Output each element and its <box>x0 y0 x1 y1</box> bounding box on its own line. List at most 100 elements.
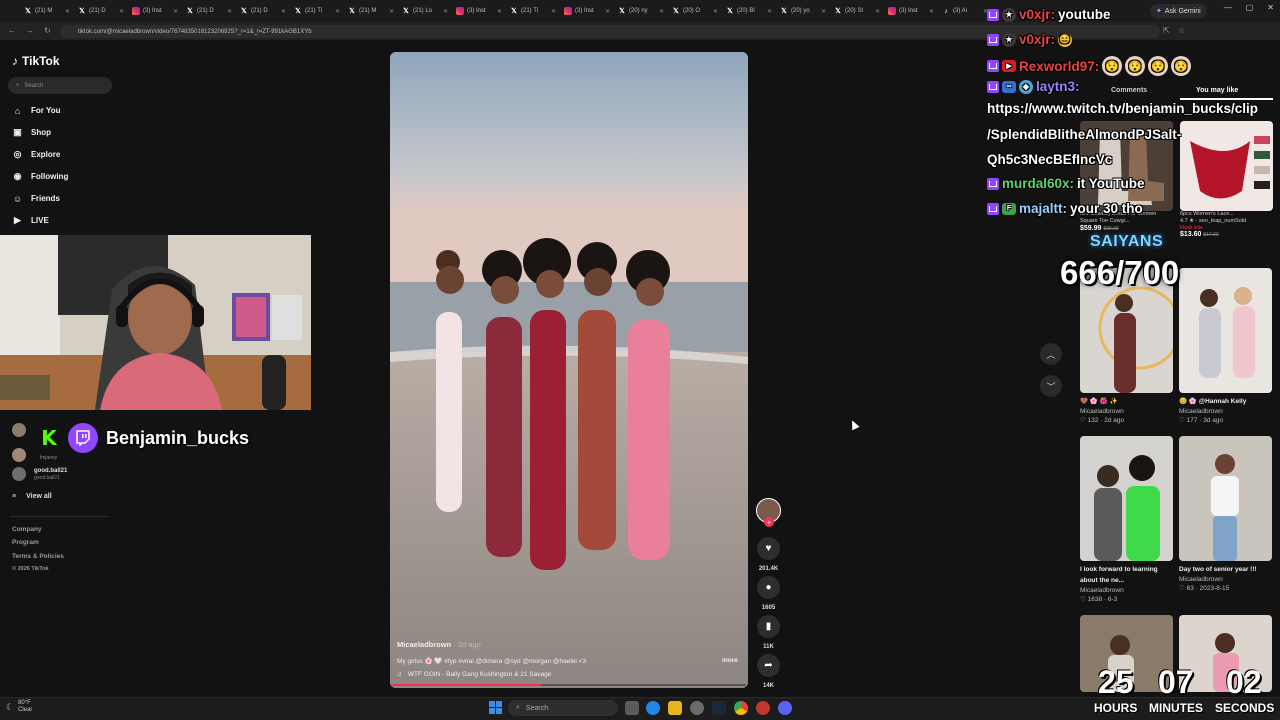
recommended-video[interactable]: Day two of senior year !!! Micaeladbrown… <box>1179 436 1272 592</box>
tab-close-icon[interactable]: ✕ <box>389 8 394 15</box>
tab-close-icon[interactable]: ✕ <box>443 8 448 15</box>
comment-icon[interactable]: ● <box>757 576 780 599</box>
tab-close-icon[interactable]: ✕ <box>65 8 70 15</box>
video-progress-bar[interactable] <box>392 684 746 686</box>
tab-close-icon[interactable]: ✕ <box>551 8 556 15</box>
tab-close-icon[interactable]: ✕ <box>497 8 502 15</box>
comment-action[interactable]: ● 1605 <box>757 576 780 611</box>
sidebar-item-shop[interactable]: ▣ Shop <box>12 127 51 138</box>
sidebar-item-for-you[interactable]: ⌂ For You <box>12 105 61 116</box>
taskbar-search[interactable]: ⌕ Search <box>508 700 618 716</box>
video-player[interactable] <box>390 52 748 688</box>
browser-tab[interactable]: 𝕏 (21) D ✕ <box>236 2 290 20</box>
tab-close-icon[interactable]: ✕ <box>875 8 880 15</box>
avatar <box>12 467 26 481</box>
product-rating: 4.7 ★ · seo_leap_numSold <box>1180 218 1247 224</box>
browser-tab[interactable]: (3) Inst ✕ <box>452 2 506 20</box>
tab-comments[interactable]: Comments <box>1111 87 1147 94</box>
ask-gemini-button[interactable]: ✦ Ask Gemini <box>1150 4 1207 18</box>
chat-clip-link[interactable]: https://www.twitch.tv/benjamin_bucks/cli… <box>987 96 1258 173</box>
close-icon[interactable]: ✕ <box>1267 3 1274 12</box>
tab-close-icon[interactable]: ✕ <box>281 8 286 15</box>
browser-tab[interactable]: 𝕏 (21) M ✕ <box>20 2 74 20</box>
heart-icon[interactable]: ♥ <box>757 537 780 560</box>
footer-program-link[interactable]: Program <box>12 539 39 546</box>
browser-tab[interactable]: ♪ (3) Ai ✕ <box>938 2 992 20</box>
forward-icon[interactable]: → <box>26 26 34 35</box>
windows-start-icon[interactable] <box>489 701 502 714</box>
tab-close-icon[interactable]: ✕ <box>659 8 664 15</box>
video-author[interactable]: Micaeladbrown · 2d ago <box>397 640 481 649</box>
tab-close-icon[interactable]: ✕ <box>605 8 610 15</box>
browser-tab[interactable]: 𝕏 (21) Ti ✕ <box>290 2 344 20</box>
tab-close-icon[interactable]: ✕ <box>713 8 718 15</box>
browser-tab[interactable]: 𝕏 (21) Ti ✕ <box>506 2 560 20</box>
browser-tab[interactable]: 𝕏 (20) O ✕ <box>668 2 722 20</box>
search-input[interactable]: ⌕ Search <box>8 77 112 94</box>
browser-tab[interactable]: (3) Inst ✕ <box>128 2 182 20</box>
browser-tab[interactable]: 𝕏 (20) St ✕ <box>830 2 884 20</box>
browser-tab[interactable]: 𝕏 (21) Lo ✕ <box>398 2 452 20</box>
sidebar-item-live[interactable]: ▶ LIVE <box>12 215 49 226</box>
following-account[interactable] <box>12 423 26 437</box>
recommended-video[interactable]: 😊 🌸 @Hannah Kelly Micaeladbrown ♡ 177 · … <box>1179 268 1272 424</box>
video-music[interactable]: ♫ WTF GOIN - Bally Gang Kushington & 21 … <box>397 671 551 678</box>
tab-close-icon[interactable]: ✕ <box>119 8 124 15</box>
video-progress-fill <box>392 684 541 686</box>
tab-label: (3) Inst <box>467 8 486 14</box>
following-account[interactable]: good.ball21 good.ball21 <box>12 467 67 481</box>
sub-goal-label: SAIYANS <box>1090 233 1164 250</box>
copilot-icon[interactable] <box>646 701 660 715</box>
bookmark-star-icon[interactable]: ☆ <box>1178 26 1185 35</box>
video-author-name[interactable]: Micaeladbrown <box>397 640 451 649</box>
footer-company-link[interactable]: Company <box>12 526 42 533</box>
footer-terms-link[interactable]: Terms & Policies <box>12 553 64 560</box>
settings-gear-icon[interactable] <box>690 701 704 715</box>
sidebar-item-friends[interactable]: ☺ Friends <box>12 193 60 204</box>
share-action[interactable]: ➦ 14K <box>757 654 780 689</box>
tab-close-icon[interactable]: ✕ <box>929 8 934 15</box>
file-explorer-icon[interactable] <box>668 701 682 715</box>
browser-tab[interactable]: 𝕏 (20) Bi ✕ <box>722 2 776 20</box>
install-icon[interactable]: ⇱ <box>1163 26 1170 35</box>
search-icon: ⌕ <box>516 704 520 711</box>
tab-close-icon[interactable]: ✕ <box>821 8 826 15</box>
browser-tab[interactable]: 𝕏 (21) D ✕ <box>182 2 236 20</box>
follow-plus-icon[interactable]: + <box>764 517 774 527</box>
reload-icon[interactable]: ↻ <box>44 26 51 35</box>
tab-close-icon[interactable]: ✕ <box>767 8 772 15</box>
task-view-icon[interactable] <box>625 701 639 715</box>
tab-close-icon[interactable]: ✕ <box>335 8 340 15</box>
browser-tab[interactable]: (3) Inst ✕ <box>884 2 938 20</box>
tiktok-logo[interactable]: ♪ TikTok <box>12 54 60 68</box>
browser-tab[interactable]: (3) Inst ✕ <box>560 2 614 20</box>
save-action[interactable]: ▮ 11K <box>757 615 780 650</box>
browser-tab[interactable]: 𝕏 (21) D ✕ <box>74 2 128 20</box>
maximize-icon[interactable]: ▢ <box>1246 3 1254 12</box>
recommended-video[interactable]: I look forward to learning about the ne.… <box>1080 436 1173 603</box>
view-all-link[interactable]: ≡ View all <box>12 493 52 500</box>
tab-you-may-like[interactable]: You may like <box>1196 87 1238 94</box>
sidebar-item-explore[interactable]: ◎ Explore <box>12 149 61 160</box>
sidebar-item-following[interactable]: ◉ Following <box>12 171 69 182</box>
share-arrow-icon[interactable]: ➦ <box>757 654 780 677</box>
browser-tab[interactable]: 𝕏 (20) yo ✕ <box>776 2 830 20</box>
previous-video-button[interactable]: ︿ <box>1040 343 1062 365</box>
browser-tab[interactable]: 𝕏 (21) M ✕ <box>344 2 398 20</box>
following-account[interactable]: lmjaney <box>12 446 57 464</box>
caption-more-button[interactable]: more <box>722 657 738 664</box>
obs-icon[interactable] <box>756 701 770 715</box>
next-video-button[interactable]: ﹀ <box>1040 375 1062 397</box>
back-icon[interactable]: ← <box>8 26 16 35</box>
minimize-icon[interactable]: — <box>1224 3 1232 12</box>
like-action[interactable]: ♥ 201.4K <box>757 537 780 572</box>
tab-close-icon[interactable]: ✕ <box>173 8 178 15</box>
chrome-icon[interactable] <box>734 701 748 715</box>
tab-close-icon[interactable]: ✕ <box>227 8 232 15</box>
bookmark-icon[interactable]: ▮ <box>757 615 780 638</box>
discord-icon[interactable] <box>778 701 792 715</box>
weather-widget[interactable]: ☾ 80°F Clear <box>6 700 32 714</box>
x-logo-icon: 𝕏 <box>25 8 31 15</box>
steam-icon[interactable] <box>712 701 726 715</box>
browser-tab[interactable]: 𝕏 (20) ny ✕ <box>614 2 668 20</box>
